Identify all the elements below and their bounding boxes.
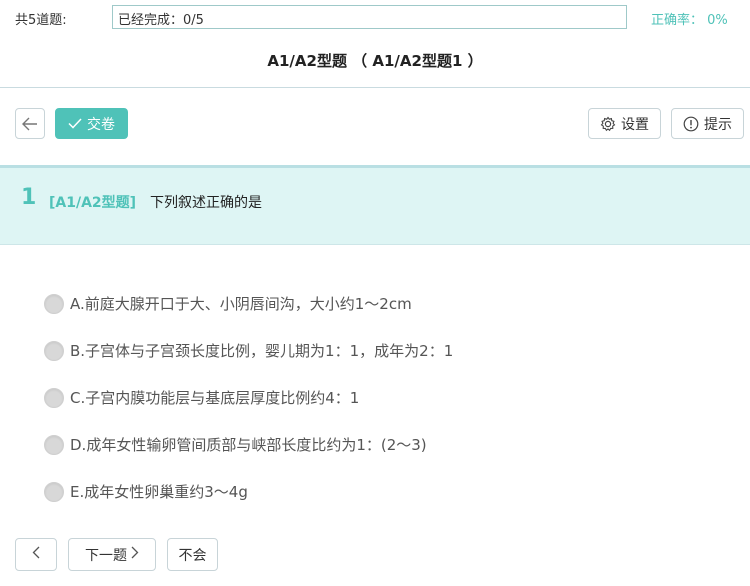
option-d-radio[interactable] (44, 434, 64, 455)
dont-know-button[interactable]: 不会 (167, 538, 218, 571)
previous-question-button[interactable] (15, 538, 57, 571)
chevron-left-icon (32, 546, 40, 563)
accuracy-label: 正确率： (651, 13, 704, 28)
submit-button[interactable]: 交卷 (55, 108, 128, 139)
hint-button[interactable]: 提示 (671, 108, 744, 139)
option-e-radio[interactable] (44, 481, 64, 502)
question-number: 1 (21, 185, 37, 210)
submit-label: 交卷 (87, 116, 115, 133)
option-a[interactable]: A.前庭大腺开口于大、小阴唇间沟，大小约1～2cm (44, 293, 412, 314)
question-panel: 1 [A1/A2型题] 下列叙述正确的是 (0, 165, 750, 245)
question-text: 下列叙述正确的是 (150, 195, 262, 211)
gear-icon (600, 116, 616, 132)
arrow-left-icon (22, 117, 38, 131)
option-e-label: E.成年女性卵巢重约3～4g (70, 483, 248, 501)
question-count: 共5道题: (15, 13, 67, 28)
header-divider (0, 87, 750, 88)
hint-label: 提示 (704, 116, 732, 133)
option-c[interactable]: C.子宫内膜功能层与基底层厚度比例约4：1 (44, 387, 359, 408)
option-b-radio[interactable] (44, 340, 64, 361)
accuracy-value: 0% (707, 13, 728, 28)
dont-know-label: 不会 (178, 547, 207, 564)
option-d-label: D.成年女性输卵管间质部与峡部长度比约为1：(2～3) (70, 436, 427, 454)
top-bar: 共5道题: 已经完成：0/5 正确率： 0% (0, 0, 750, 36)
option-c-radio[interactable] (44, 387, 64, 408)
question-type: [A1/A2型题] (49, 195, 137, 211)
check-icon (68, 118, 82, 129)
progress-text: 已经完成：0/5 (118, 13, 204, 28)
back-button[interactable] (15, 108, 45, 139)
option-e[interactable]: E.成年女性卵巢重约3～4g (44, 481, 248, 502)
settings-label: 设置 (621, 116, 649, 133)
settings-button[interactable]: 设置 (588, 108, 661, 139)
accuracy-rate: 正确率： 0% (651, 9, 728, 28)
option-b-label: B.子宫体与子宫颈长度比例，婴儿期为1：1，成年为2：1 (70, 342, 454, 360)
option-b[interactable]: B.子宫体与子宫颈长度比例，婴儿期为1：1，成年为2：1 (44, 340, 453, 361)
next-question-label: 下一题 (85, 547, 127, 564)
exclamation-icon (683, 116, 699, 132)
next-question-button[interactable]: 下一题 (68, 538, 156, 571)
progress-bar: 已经完成：0/5 (112, 5, 627, 29)
option-d[interactable]: D.成年女性输卵管间质部与峡部长度比约为1：(2～3) (44, 434, 427, 455)
page-title: A1/A2型题 （ A1/A2型题1 ） (267, 52, 483, 70)
option-a-label: A.前庭大腺开口于大、小阴唇间沟，大小约1～2cm (70, 295, 412, 313)
chevron-right-icon (131, 546, 139, 563)
option-c-label: C.子宫内膜功能层与基底层厚度比例约4：1 (70, 389, 360, 407)
option-a-radio[interactable] (44, 293, 64, 314)
